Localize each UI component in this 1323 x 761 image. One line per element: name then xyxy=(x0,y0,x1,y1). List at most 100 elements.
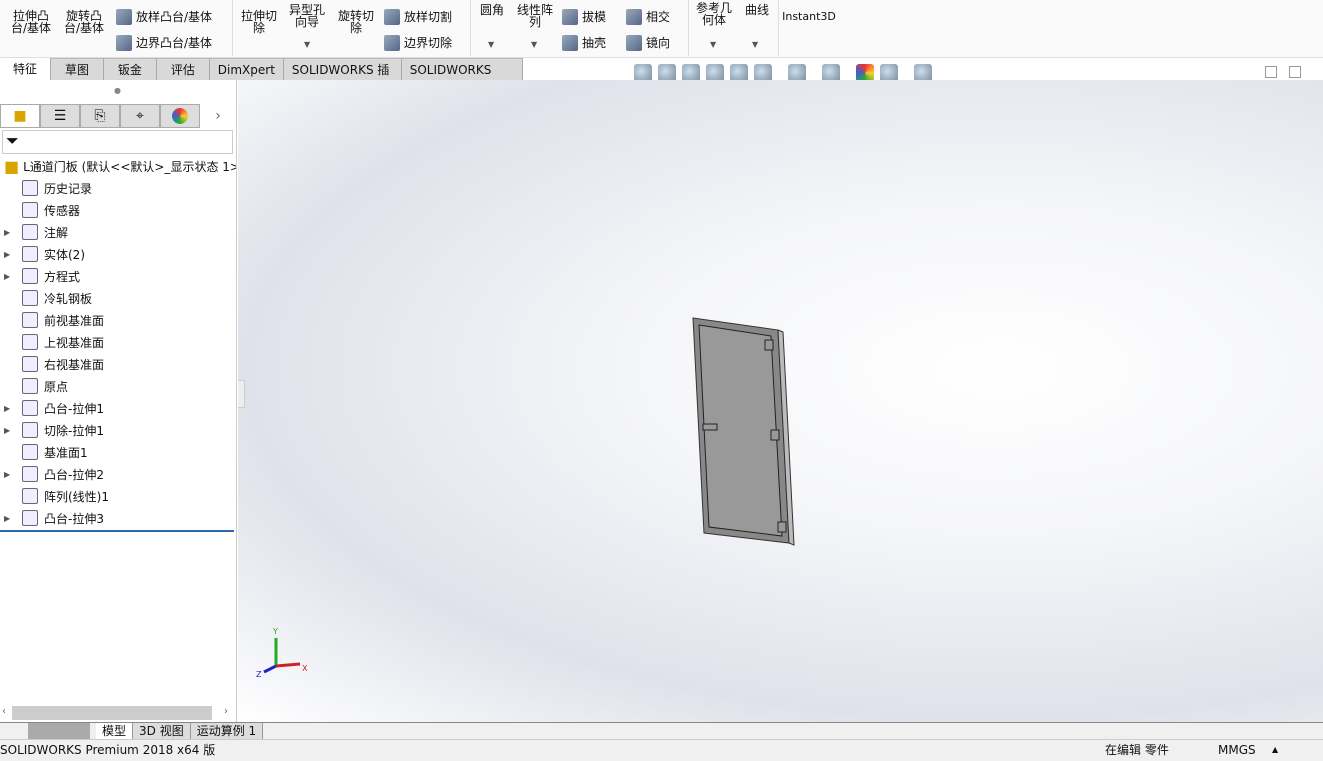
tree-root-part[interactable]: ■ L通道门板 (默认<<默认>_显示状态 1> xyxy=(0,155,236,177)
feature-icon xyxy=(22,444,38,460)
tree-item-label: 基准面1 xyxy=(44,445,88,460)
feature-icon xyxy=(22,180,38,196)
feature-icon xyxy=(22,268,38,284)
restore-icon[interactable] xyxy=(1265,66,1277,78)
tree-item[interactable]: ▶ 实体(2) xyxy=(0,243,236,265)
feature-manager-panel: ● ■ ☰ ⎘ ⌖ › ⏷ ■ L通道门板 (默认<<默认>_显示状态 1> 历… xyxy=(0,80,237,722)
loft-boss-button[interactable]: 放样凸台/基体 xyxy=(116,8,212,25)
expand-icon[interactable]: ▶ xyxy=(4,250,16,259)
part-icon: ■ xyxy=(4,156,20,176)
shell-icon xyxy=(562,34,578,51)
chevron-right-icon[interactable]: › xyxy=(200,104,236,128)
tree-item[interactable]: 上视基准面 xyxy=(0,331,236,353)
instant3d-button[interactable]: Instant3D xyxy=(782,11,836,23)
feature-icon xyxy=(22,290,38,306)
feature-icon xyxy=(22,202,38,218)
expand-icon[interactable]: ▶ xyxy=(4,272,16,281)
tree-item-label: 右视基准面 xyxy=(44,357,105,372)
expand-icon[interactable]: ▶ xyxy=(4,470,16,479)
units-selector[interactable]: MMGS xyxy=(1218,740,1256,760)
mirror-icon xyxy=(626,34,642,51)
triad-z-label: Z xyxy=(256,670,262,679)
property-manager-tab[interactable]: ☰ xyxy=(40,104,80,128)
scroll-left-icon[interactable]: ‹ xyxy=(2,706,6,717)
tree-item[interactable]: ▶ 凸台-拉伸1 xyxy=(0,397,236,419)
tree-item[interactable]: 历史记录 xyxy=(0,177,236,199)
tree-item[interactable]: ▶ 注解 xyxy=(0,221,236,243)
tree-item[interactable]: ▶ 切除-拉伸1 xyxy=(0,419,236,441)
dimxpert-manager-tab[interactable]: ⌖ xyxy=(120,104,160,128)
fillet-button[interactable]: 圆角 xyxy=(478,4,506,16)
linear-pattern-button[interactable]: 线性阵列 xyxy=(514,4,556,28)
mirror-button[interactable]: 镜向 xyxy=(626,34,670,51)
tab-sketch[interactable]: 草图 xyxy=(51,58,104,80)
boundary-cut-button[interactable]: 边界切除 xyxy=(384,34,452,51)
tree-item[interactable]: ▶ 方程式 xyxy=(0,265,236,287)
draft-button[interactable]: 拔模 xyxy=(562,8,606,25)
expand-icon[interactable]: ▶ xyxy=(4,404,16,413)
tab-addins[interactable]: SOLIDWORKS 插件 xyxy=(283,58,402,99)
command-tabs: 特征 草图 钣金 评估 DimXpert SOLIDWORKS 插件 SOLID… xyxy=(0,58,524,99)
tab-features[interactable]: 特征 xyxy=(0,58,52,80)
horizontal-scrollbar[interactable] xyxy=(12,706,212,720)
mirror-label: 镜向 xyxy=(646,36,671,50)
crosshair-icon: ⌖ xyxy=(136,108,144,124)
loft-cut-button[interactable]: 放样切割 xyxy=(384,8,452,25)
config-icon: ⎘ xyxy=(94,108,106,124)
boundary-boss-label: 边界凸台/基体 xyxy=(136,36,213,50)
tab-dimxpert[interactable]: DimXpert xyxy=(209,58,284,80)
tree-item[interactable]: ▶ 凸台-拉伸3 xyxy=(0,507,236,529)
tree-item-label: 历史记录 xyxy=(44,181,93,196)
expand-icon[interactable]: ▶ xyxy=(4,228,16,237)
shell-button[interactable]: 抽壳 xyxy=(562,34,606,51)
tab-sheet-metal[interactable]: 钣金 xyxy=(103,58,157,80)
display-manager-tab[interactable] xyxy=(160,104,200,128)
scroll-right-icon[interactable]: › xyxy=(224,706,228,717)
extrude-boss-button[interactable]: 拉伸凸台/基体 xyxy=(8,10,54,34)
tree-item[interactable]: 阵列(线性)1 xyxy=(0,485,236,507)
tab-motion-study[interactable]: 运动算例 1 xyxy=(190,723,264,739)
tree-item[interactable]: 基准面1 xyxy=(0,441,236,463)
tree-item-label: 传感器 xyxy=(44,203,81,218)
tree-item[interactable]: 前视基准面 xyxy=(0,309,236,331)
feature-manager-tab[interactable]: ■ xyxy=(0,104,40,128)
intersect-button[interactable]: 相交 xyxy=(626,8,670,25)
curves-button[interactable]: 曲线 xyxy=(742,4,772,16)
tree-item[interactable]: 右视基准面 xyxy=(0,353,236,375)
feature-icon xyxy=(22,312,38,328)
expand-icon[interactable]: ▶ xyxy=(4,426,16,435)
reference-geometry-button[interactable]: 参考几何体 xyxy=(694,2,734,26)
status-bar: SOLIDWORKS Premium 2018 x64 版 在编辑 零件 MMG… xyxy=(0,739,1323,761)
boundary-boss-button[interactable]: 边界凸台/基体 xyxy=(116,34,212,51)
tab-scroll-buttons[interactable] xyxy=(28,723,90,739)
units-dropdown-icon[interactable]: ▲ xyxy=(1272,740,1278,760)
feature-icon xyxy=(22,356,38,372)
tree-item-label: 凸台-拉伸2 xyxy=(44,467,104,482)
tab-model[interactable]: 模型 xyxy=(96,723,134,739)
intersect-icon xyxy=(626,8,642,25)
revolve-boss-button[interactable]: 旋转凸台/基体 xyxy=(60,10,108,34)
tree-item[interactable]: 冷轧钢板 xyxy=(0,287,236,309)
tab-mbd[interactable]: SOLIDWORKS MBD xyxy=(401,58,524,99)
maximize-icon[interactable] xyxy=(1289,66,1301,78)
expand-icon[interactable]: ▶ xyxy=(4,514,16,523)
tree-item-label: 上视基准面 xyxy=(44,335,105,350)
tree-item-label: 凸台-拉伸1 xyxy=(44,401,104,416)
tree-item[interactable]: 传感器 xyxy=(0,199,236,221)
tab-3d-views[interactable]: 3D 视图 xyxy=(133,723,191,739)
revolve-cut-button[interactable]: 旋转切除 xyxy=(335,10,377,34)
tree-item[interactable]: 原点 xyxy=(0,375,236,397)
tree-item[interactable]: ▶ 凸台-拉伸2 xyxy=(0,463,236,485)
graphics-area[interactable]: Y X Z xyxy=(238,80,1323,722)
hole-wizard-button[interactable]: 异型孔向导 xyxy=(287,4,327,28)
door-panel-model xyxy=(692,317,795,546)
rollback-bar[interactable] xyxy=(0,530,234,532)
tree-filter[interactable]: ⏷ xyxy=(2,130,233,154)
part-icon: ■ xyxy=(13,108,27,124)
tab-evaluate[interactable]: 评估 xyxy=(156,58,210,80)
extrude-cut-button[interactable]: 拉伸切除 xyxy=(238,10,280,34)
tree-item-label: 方程式 xyxy=(44,269,81,284)
feature-icon xyxy=(22,334,38,350)
panel-splitter-handle[interactable]: ● xyxy=(114,86,121,95)
configuration-manager-tab[interactable]: ⎘ xyxy=(80,104,120,128)
